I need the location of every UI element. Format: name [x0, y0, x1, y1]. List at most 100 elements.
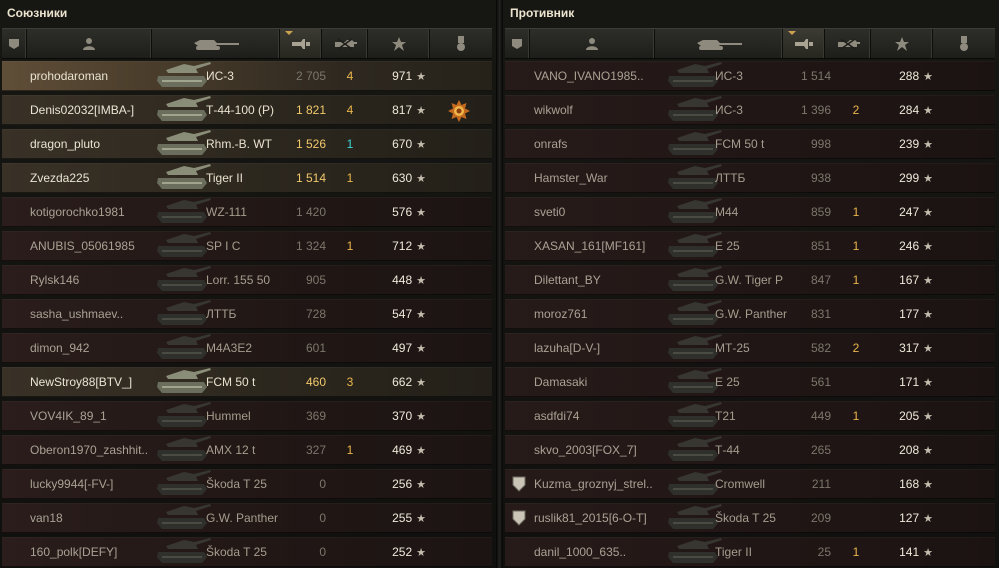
player-icon	[586, 37, 598, 50]
damage-value: 0	[319, 511, 326, 525]
player-row[interactable]: lucky9944[-FV-] Škoda T 25 0 256	[2, 469, 492, 499]
damage-value: 561	[810, 375, 831, 389]
vehicle-column-header[interactable]	[655, 29, 783, 58]
damage-value: 1 526	[295, 137, 326, 151]
player-row[interactable]: asdfdi74 T21 449 1 205	[505, 401, 995, 431]
player-name: 160_polk[DEFY]	[30, 545, 118, 559]
player-name: XASAN_161[MF161]	[534, 239, 646, 253]
player-row[interactable]: Hamster_War ЛТТБ 938 299	[505, 163, 995, 193]
kills-column-header[interactable]	[825, 29, 871, 58]
xp-star-icon	[894, 36, 909, 51]
player-row[interactable]: prohodaroman ИС-3 2 705 4 971	[2, 61, 492, 91]
player-row[interactable]: lazuha[D-V-] МТ-25 582 2 317	[505, 333, 995, 363]
xp-column-header[interactable]	[368, 29, 430, 58]
squad-icon	[8, 38, 20, 50]
medals-column-header[interactable]	[933, 29, 995, 58]
player-row[interactable]: VOV4IK_89_1 Hummel 369 370	[2, 401, 492, 431]
tank-icon	[152, 61, 214, 91]
medal-icon[interactable]	[448, 100, 470, 122]
player-row[interactable]: Kuzma_groznyj_strel.. Cromwell 211 168	[505, 469, 995, 499]
player-row[interactable]: kotigorochko1981 WZ-111 1 420 576	[2, 197, 492, 227]
kills-value: 2	[852, 103, 860, 117]
xp-value: 662	[374, 367, 426, 397]
player-row[interactable]: danil_1000_635.. Tiger II 25 1 141	[505, 537, 995, 567]
kills-value	[340, 469, 360, 499]
tank-icon	[693, 37, 745, 51]
kills-value: 1	[346, 239, 354, 253]
tank-icon	[152, 469, 214, 499]
xp-value: 141	[881, 537, 933, 567]
vehicle-name: Škoda T 25	[206, 477, 267, 491]
xp-value: 971	[374, 61, 426, 91]
medal-icon	[456, 35, 466, 52]
kills-value	[846, 163, 866, 193]
medals-column-header[interactable]	[430, 29, 492, 58]
player-row[interactable]: Zvezda225 Tiger II 1 514 1 630	[2, 163, 492, 193]
tank-icon	[152, 435, 214, 465]
damage-value: 1 514	[800, 69, 831, 83]
player-row[interactable]: ruslik81_2015[6-O-T] Škoda T 25 209 127	[505, 503, 995, 533]
kills-value: 1	[852, 545, 860, 559]
kills-column-header[interactable]	[322, 29, 368, 58]
tank-icon	[152, 163, 214, 193]
xp-value: 448	[374, 265, 426, 295]
player-row[interactable]: sveti0 M44 859 1 247	[505, 197, 995, 227]
player-name: kotigorochko1981	[30, 205, 125, 219]
player-row[interactable]: NewStroy88[BTV_] FCM 50 t 460 3 662	[2, 367, 492, 397]
damage-column-header[interactable]	[280, 29, 322, 58]
player-name: prohodaroman	[30, 69, 109, 83]
player-row[interactable]: onrafs FCM 50 t 998 239	[505, 129, 995, 159]
player-name: NewStroy88[BTV_]	[30, 375, 133, 389]
damage-value: 905	[305, 273, 326, 287]
kills-value	[846, 469, 866, 499]
player-row[interactable]: Rylsk146 Lorr. 155 50 905 448	[2, 265, 492, 295]
enemies-panel: Противник VANO_IVANO1985..ИС-31 514288wi…	[503, 0, 999, 568]
damage-value: 25	[817, 545, 831, 559]
damage-column-header[interactable]	[783, 29, 825, 58]
player-row[interactable]: dragon_pluto Rhm.-B. WT 1 526 1 670	[2, 129, 492, 159]
player-row[interactable]: Denis02032[IMBA-] Т-44-100 (Р) 1 821 4 817	[2, 95, 492, 125]
player-column-header[interactable]	[530, 29, 655, 58]
player-row[interactable]: VANO_IVANO1985.. ИС-3 1 514 288	[505, 61, 995, 91]
panel-divider	[496, 0, 503, 568]
player-row[interactable]: skvo_2003[FOX_7] Т-44 265 208	[505, 435, 995, 465]
squad-column-header[interactable]	[2, 29, 27, 58]
player-row[interactable]: Dilettant_BY G.W. Tiger P 847 1 167	[505, 265, 995, 295]
xp-value: 317	[881, 333, 933, 363]
player-name: Dilettant_BY	[534, 273, 601, 287]
allies-column-header	[2, 28, 492, 59]
player-row[interactable]: moroz761 G.W. Panther 831 177	[505, 299, 995, 329]
xp-value: 497	[374, 333, 426, 363]
player-icon	[83, 37, 95, 50]
player-row[interactable]: wikwolf ИС-3 1 396 2 284	[505, 95, 995, 125]
squad-icon	[511, 38, 523, 50]
player-row[interactable]: XASAN_161[MF161] E 25 851 1 246	[505, 231, 995, 261]
damage-value: 1 821	[295, 103, 326, 117]
player-row[interactable]: ANUBIS_05061985 SP I C 1 324 1 712	[2, 231, 492, 261]
vehicle-name: Т-44-100 (Р)	[206, 103, 275, 117]
player-row[interactable]: Oberon1970_zashhit.. AMX 12 t 327 1 469	[2, 435, 492, 465]
player-name: VOV4IK_89_1	[30, 409, 107, 423]
player-row[interactable]: van18 G.W. Panther 0 255	[2, 503, 492, 533]
player-row[interactable]: Damasaki E 25 561 171	[505, 367, 995, 397]
xp-column-header[interactable]	[871, 29, 933, 58]
allies-panel: Союзники prohodaromanИС-32 7054971Denis0…	[0, 0, 496, 568]
kills-value	[340, 401, 360, 431]
player-name: van18	[30, 511, 63, 525]
kills-value: 4	[346, 103, 354, 117]
xp-value: 670	[374, 129, 426, 159]
squad-column-header[interactable]	[505, 29, 530, 58]
kills-value: 4	[346, 69, 354, 83]
vehicle-column-header[interactable]	[152, 29, 280, 58]
vehicle-name: Rhm.-B. WT	[206, 137, 272, 151]
damage-value: 2 705	[295, 69, 326, 83]
xp-value: 167	[881, 265, 933, 295]
player-row[interactable]: dimon_942 M4A3E2 601 497	[2, 333, 492, 363]
player-row[interactable]: 160_polk[DEFY] Škoda T 25 0 252	[2, 537, 492, 567]
player-row[interactable]: sasha_ushmaev.. ЛТТБ 728 547	[2, 299, 492, 329]
vehicle-name: M4A3E2	[206, 341, 253, 355]
player-column-header[interactable]	[27, 29, 152, 58]
kills-value	[340, 197, 360, 227]
tank-icon	[152, 537, 214, 567]
shield-icon	[512, 476, 526, 492]
